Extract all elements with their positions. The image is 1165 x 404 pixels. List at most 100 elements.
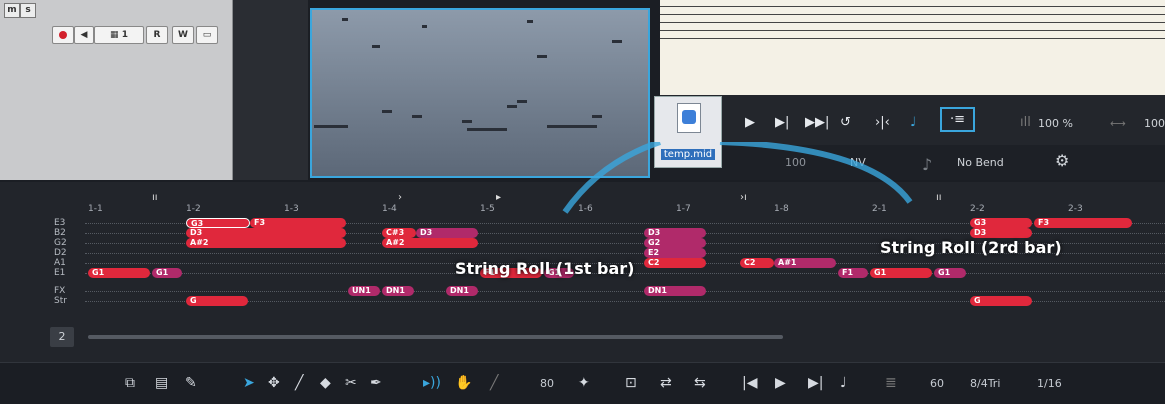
fast-forward-icon[interactable]: ▶▶| <box>805 115 829 130</box>
string-label: FX <box>54 286 66 296</box>
note[interactable]: G1 <box>152 268 182 278</box>
tempo-value[interactable]: 60 <box>930 377 944 390</box>
midi-note <box>517 100 527 103</box>
string-label: Str <box>54 296 67 306</box>
scissors-icon[interactable]: ✂ <box>345 375 357 391</box>
staff-line <box>660 22 1165 23</box>
midi-note <box>462 120 472 123</box>
staff-line <box>660 6 1165 7</box>
move-icon[interactable]: ✥ <box>268 375 280 391</box>
staff-line <box>660 30 1165 31</box>
play-icon[interactable]: ▶ <box>775 375 786 391</box>
follow-icon[interactable]: ·≡ <box>940 107 976 132</box>
hand-icon[interactable]: ✋ <box>455 375 472 391</box>
channel-value: 1 <box>121 30 128 40</box>
note[interactable]: DN1 <box>644 286 706 296</box>
document-icon[interactable]: ▤ <box>155 375 168 391</box>
zoom2-value[interactable]: 100 <box>1144 117 1165 130</box>
ruler-label: 1-4 <box>382 204 397 214</box>
callout-second-bar: String Roll (2rd bar) <box>880 238 1062 257</box>
marker-icon[interactable]: ✒ <box>370 375 382 391</box>
note[interactable]: F3 <box>250 218 346 228</box>
mute-button[interactable]: m <box>4 3 20 18</box>
note[interactable]: G1 <box>88 268 150 278</box>
copy-icon[interactable]: ⧉ <box>125 375 135 391</box>
horizontal-scrollbar[interactable] <box>88 335 783 339</box>
velocity-value[interactable]: 80 <box>540 377 554 390</box>
pencil-icon[interactable]: ╱ <box>295 375 303 391</box>
note[interactable]: G <box>186 296 248 306</box>
string-label: D2 <box>54 248 67 258</box>
note[interactable]: F3 <box>1034 218 1132 228</box>
edit-icon[interactable]: ✎ <box>185 375 197 391</box>
swap-up-icon[interactable]: ⇄ <box>660 375 672 391</box>
grid-icon: ▦ <box>110 30 122 40</box>
section-marker-icon: › <box>398 192 402 203</box>
ruler-label: 1-5 <box>480 204 495 214</box>
quantize-value[interactable]: 1/16 <box>1037 377 1062 390</box>
record-icon <box>59 31 67 39</box>
meter-value[interactable]: 8/4Tri <box>970 377 1000 390</box>
note[interactable]: G1 <box>870 268 932 278</box>
skip-forward-icon[interactable]: ▶| <box>808 375 823 391</box>
velocity-pen-icon: ╱ <box>490 375 499 391</box>
midi-note <box>612 40 622 43</box>
note[interactable]: A#2 <box>382 238 478 248</box>
note[interactable]: F1 <box>838 268 868 278</box>
audio-note-icon <box>682 110 696 124</box>
midi-note <box>547 125 597 128</box>
metronome-icon[interactable]: ♩ <box>840 375 847 391</box>
note[interactable]: G <box>970 296 1032 306</box>
write-automation-button[interactable]: W <box>172 26 194 44</box>
read-automation-button[interactable]: R <box>146 26 168 44</box>
arrow-1st-bar <box>562 142 661 214</box>
note[interactable]: C#3 <box>382 228 416 238</box>
note[interactable]: D3 <box>186 228 346 238</box>
note[interactable]: G3 <box>186 218 250 228</box>
note[interactable]: DN1 <box>382 286 414 296</box>
string-label: A1 <box>54 258 66 268</box>
speaker-icon[interactable]: ▸)) <box>423 375 441 391</box>
midi-note <box>382 110 392 113</box>
select-arrow-icon[interactable]: ➤ <box>243 375 255 391</box>
zoom-value[interactable]: 100 % <box>1038 117 1073 130</box>
midi-note <box>314 125 348 128</box>
solo-button[interactable]: s <box>20 3 36 18</box>
play-next-icon[interactable]: ▶| <box>775 115 789 130</box>
note[interactable]: UN1 <box>348 286 380 296</box>
loop-icon[interactable]: ↺ <box>840 115 851 130</box>
midi-note <box>412 115 422 118</box>
track-area-gap <box>233 0 308 180</box>
string-label: B2 <box>54 228 66 238</box>
note[interactable]: DN1 <box>446 286 478 296</box>
note[interactable]: D3 <box>416 228 478 238</box>
skip-back-icon[interactable]: |◀ <box>742 375 757 391</box>
quantize-icon[interactable]: ⊡ <box>625 375 637 391</box>
play-icon[interactable]: ▶ <box>745 115 755 130</box>
split-icon[interactable]: ›|‹ <box>875 115 890 130</box>
swap-down-icon[interactable]: ⇆ <box>694 375 706 391</box>
string-roll-editor[interactable]: 1-1 1-2 1-3 1-4 1-5 1-6 1-7 1-8 2-1 2-2 … <box>0 142 1165 362</box>
arrow-2nd-bar <box>719 142 913 204</box>
settings-gear-icon[interactable]: ⚙ <box>1055 151 1069 170</box>
midi-channel-selector[interactable]: ▦ 1 <box>94 26 144 44</box>
tempo-icon: ≣ <box>885 375 897 391</box>
record-arm-button[interactable] <box>52 26 74 44</box>
note[interactable]: G1 <box>934 268 966 278</box>
midi-note <box>592 115 602 118</box>
ruler-label: 1-2 <box>186 204 201 214</box>
string-label: E1 <box>54 268 66 278</box>
instrument-icon[interactable]: ▭ <box>196 26 218 44</box>
monitor-icon[interactable]: ◀ <box>74 26 94 44</box>
staff-line <box>660 14 1165 15</box>
eraser-icon[interactable]: ◆ <box>320 375 331 391</box>
string-lane <box>85 291 1165 293</box>
page-number[interactable]: 2 <box>50 327 74 347</box>
midi-note <box>507 105 517 108</box>
ruler-label: 1-3 <box>284 204 299 214</box>
note[interactable]: A#2 <box>186 238 346 248</box>
pin-icon[interactable]: ✦ <box>578 375 590 391</box>
metronome-icon[interactable]: ♩ <box>910 115 916 130</box>
midi-note <box>342 18 348 21</box>
midi-note <box>537 55 547 58</box>
